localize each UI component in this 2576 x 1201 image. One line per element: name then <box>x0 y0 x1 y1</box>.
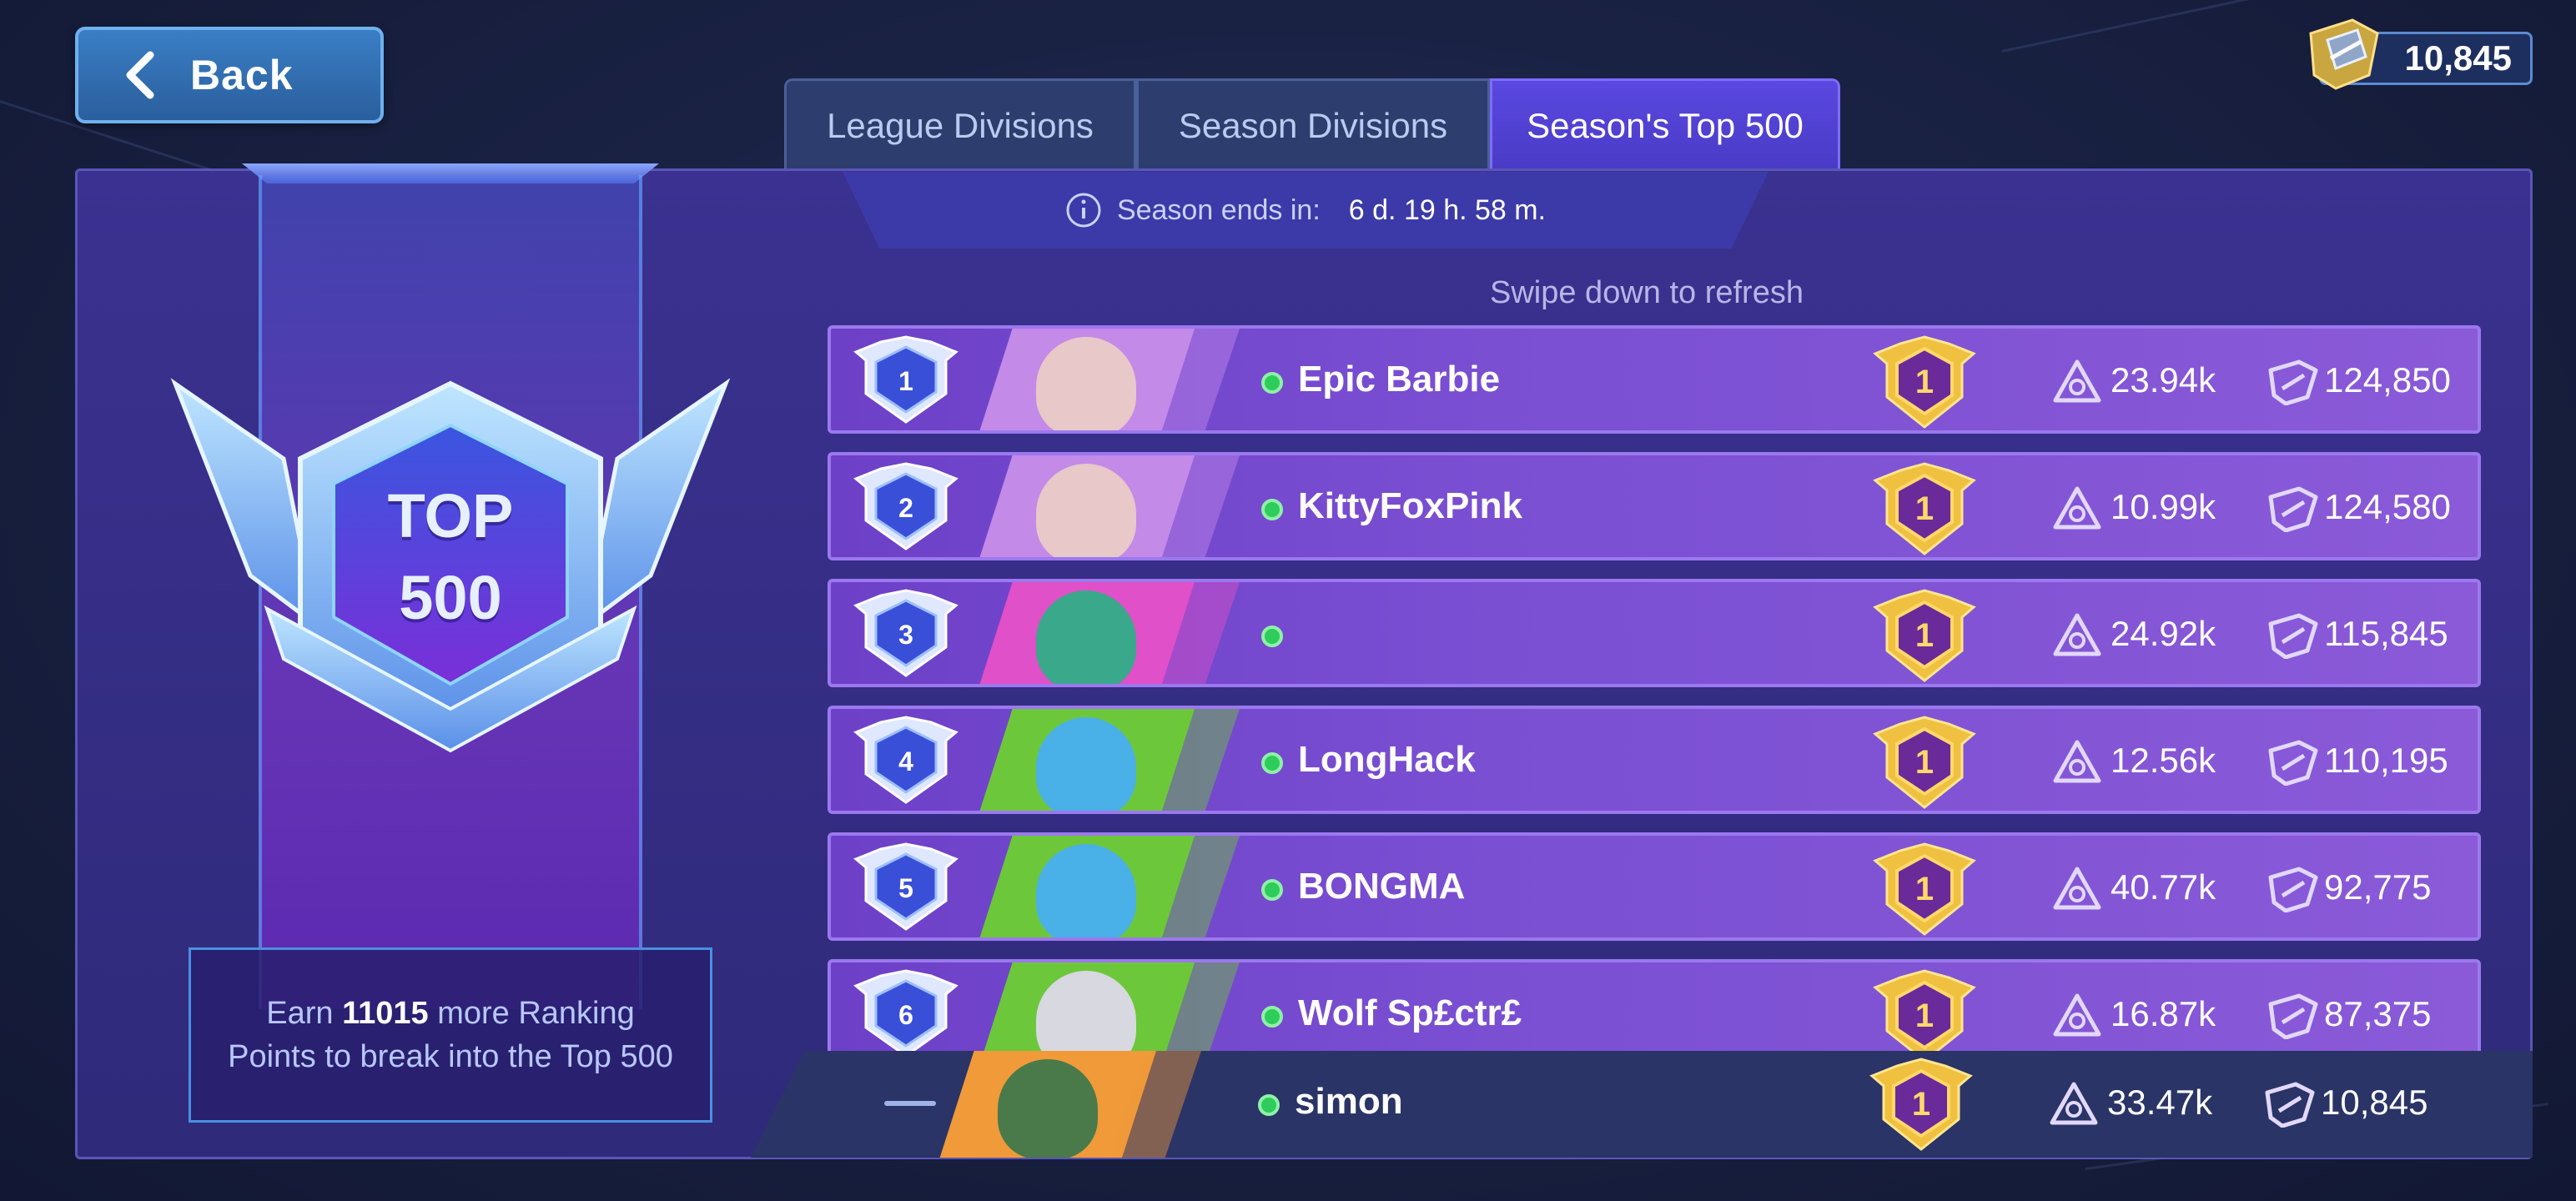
player-name: Epic Barbie <box>1298 359 1501 399</box>
currency-value: 10,845 <box>2404 38 2512 78</box>
player-ranking-points: 10,845 <box>2321 1083 2428 1122</box>
player-row[interactable]: 5 BONGMA 1 40.77k 92,775 <box>828 832 2481 941</box>
online-status-dot <box>1261 499 1283 520</box>
player-name: simon <box>1295 1081 1403 1122</box>
earn-points-message: Earn 11015 more Ranking Points to break … <box>189 947 712 1123</box>
rating-icon <box>2050 1082 2098 1125</box>
tab-season-divisions[interactable]: Season Divisions <box>1136 78 1490 170</box>
player-rating: 16.87k <box>2111 994 2216 1033</box>
league-number: 1 <box>1914 363 1935 400</box>
season-timer: Season ends in: 6 d. 19 h. 58 m. <box>843 172 1768 249</box>
ranking-points-icon <box>2309 18 2379 90</box>
ranking-points-icon <box>2268 740 2318 786</box>
tab-league-divisions[interactable]: League Divisions <box>784 78 1136 170</box>
player-ranking-points: 92,775 <box>2324 867 2432 907</box>
player-row[interactable]: 1 Epic Barbie 1 23.94k 124,850 <box>828 325 2481 434</box>
my-player-row[interactable]: simon 1 33.47k 10,845 <box>751 1051 2533 1158</box>
online-status-dot <box>1258 1094 1280 1116</box>
online-status-dot <box>1261 879 1283 901</box>
rank-number: 6 <box>898 999 913 1030</box>
player-ranking-points: 115,845 <box>2324 614 2448 653</box>
league-number: 1 <box>1914 997 1935 1034</box>
avatar-face <box>998 1059 1098 1158</box>
rank-number: 5 <box>898 872 913 903</box>
player-ranking-points: 87,375 <box>2324 994 2432 1033</box>
season-ends-label: Season ends in: <box>1116 193 1321 226</box>
rank-number: 3 <box>898 619 913 650</box>
tab-bar: League Divisions Season Divisions Season… <box>784 78 1840 170</box>
player-ranking-points: 124,580 <box>2324 487 2451 526</box>
badge-line-top: TOP <box>387 481 514 550</box>
online-status-dot <box>1261 752 1283 774</box>
rank-number: 4 <box>898 746 913 776</box>
tab-season-top-500[interactable]: Season's Top 500 <box>1490 78 1840 170</box>
rank-dash <box>884 1101 936 1106</box>
ranking-points-icon <box>2268 486 2318 532</box>
online-status-dot <box>1261 372 1283 394</box>
league-number: 1 <box>1914 870 1935 907</box>
avatar-face <box>1036 337 1136 430</box>
player-name: LongHack <box>1298 739 1476 780</box>
info-icon[interactable] <box>1065 192 1102 229</box>
avatar-face <box>1036 844 1136 937</box>
player-rating: 23.94k <box>2111 360 2216 399</box>
avatar-face <box>1036 590 1136 684</box>
refresh-hint: Swipe down to refresh <box>1490 275 1804 310</box>
ranking-points-icon <box>2268 993 2318 1039</box>
online-status-dot <box>1261 1006 1283 1028</box>
rating-icon <box>2053 613 2101 656</box>
avatar-face <box>1036 464 1136 557</box>
league-number: 1 <box>1911 1085 1931 1123</box>
online-status-dot <box>1261 626 1283 647</box>
season-ends-time: 6 d. 19 h. 58 m. <box>1348 193 1547 226</box>
league-number: 1 <box>1914 616 1935 654</box>
rating-icon <box>2053 486 2101 530</box>
player-rating: 12.56k <box>2111 741 2216 780</box>
ranking-points-icon <box>2268 613 2318 659</box>
player-row[interactable]: 3 1 24.92k 115,845 <box>828 579 2481 687</box>
player-name: BONGMA <box>1298 866 1466 907</box>
player-row[interactable]: 4 LongHack 1 12.56k 110,195 <box>828 706 2481 814</box>
chevron-left-icon <box>126 51 154 99</box>
avatar-face <box>1036 717 1136 811</box>
player-ranking-points: 124,850 <box>2324 360 2451 399</box>
rating-icon <box>2053 993 2101 1037</box>
earn-prefix: Earn <box>266 996 334 1031</box>
ranking-points-icon <box>2268 359 2318 405</box>
league-number: 1 <box>1914 490 1935 527</box>
player-rating: 24.92k <box>2111 614 2216 653</box>
player-name: Wolf Sp£ctr£ <box>1298 992 1522 1033</box>
player-name: KittyFoxPink <box>1298 485 1522 526</box>
player-rating: 10.99k <box>2111 487 2216 526</box>
ranking-points-icon <box>2268 867 2318 912</box>
player-rating: 40.77k <box>2111 867 2216 907</box>
rating-icon <box>2053 359 2101 403</box>
rating-icon <box>2053 867 2101 910</box>
player-rating: 33.47k <box>2107 1083 2213 1122</box>
rank-number: 1 <box>898 365 913 396</box>
badge-text: TOP 500 <box>317 475 584 639</box>
rank-number: 2 <box>898 492 913 523</box>
ranking-points-icon <box>2265 1082 2315 1128</box>
player-row[interactable]: 2 KittyFoxPink 1 10.99k 124,580 <box>828 452 2481 560</box>
player-ranking-points: 110,195 <box>2324 741 2448 780</box>
league-number: 1 <box>1914 743 1935 781</box>
back-button[interactable]: Back <box>75 27 384 123</box>
badge-line-500: 500 <box>399 563 502 632</box>
earn-points-value: 11015 <box>342 996 429 1031</box>
rating-icon <box>2053 740 2101 783</box>
back-label: Back <box>190 52 294 98</box>
